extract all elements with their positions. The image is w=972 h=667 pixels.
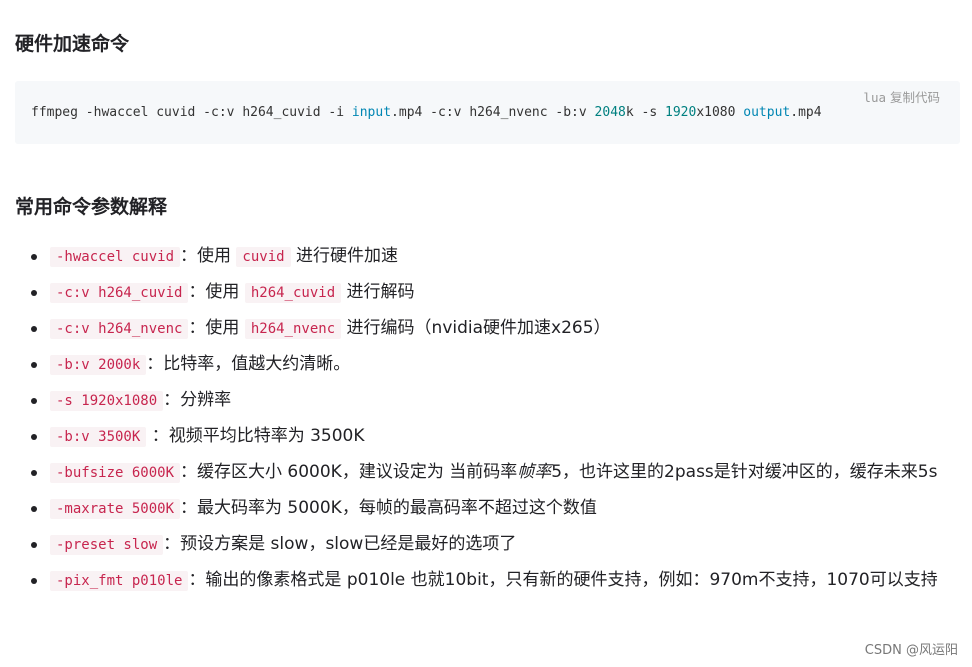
param-desc: ：视频平均比特率为 3500K (146, 426, 365, 446)
code-token-keyword: output (743, 105, 791, 120)
bullet-icon (31, 578, 37, 584)
code-lang-label: lua (863, 90, 886, 105)
code-block: lua 复制代码 ffmpeg -hwaccel cuvid -c:v h264… (15, 81, 960, 144)
param-desc: 进行解码 (341, 282, 415, 302)
bullet-icon (31, 254, 37, 260)
param-desc: ：缓存区大小 6000K，建议设定为 当前码率 (180, 462, 518, 482)
code-token: x1080 (696, 105, 744, 120)
code-token-number: 1920 (665, 105, 697, 120)
inline-code: -pix_fmt p010le (50, 571, 189, 591)
param-desc: ：预设方案是 slow，slow已经是最好的选项了 (163, 534, 517, 554)
code-token: k -s (625, 105, 665, 120)
inline-code: -preset slow (50, 535, 164, 555)
param-desc-emphasis: 帧率 (517, 462, 552, 482)
list-item: -bufsize 6000K ：缓存区大小 6000K，建议设定为 当前码率帧率5… (0, 455, 972, 491)
list-item: -pix_fmt p010le ：输出的像素格式是 p010le 也就10bit，… (0, 563, 972, 599)
code-line: ffmpeg -hwaccel cuvid -c:v h264_cuvid -i… (31, 105, 822, 120)
inline-code: -b:v 2000k (50, 355, 147, 375)
bullet-icon (31, 434, 37, 440)
param-desc: ：比特率，值越大约清晰。 (146, 354, 351, 374)
bullet-icon (31, 326, 37, 332)
watermark: CSDN @风运阳 (864, 643, 958, 658)
inline-code: h264_cuvid (244, 283, 342, 303)
inline-code: h264_nvenc (244, 319, 342, 339)
list-item: -s 1920x1080 ：分辨率 (0, 383, 972, 419)
param-desc: 5，也许这里的2pass是针对缓冲区的，缓存未来5s (551, 462, 938, 482)
bullet-icon (31, 290, 37, 296)
code-toolbar: lua 复制代码 (863, 87, 940, 106)
param-desc: ：使用 (188, 318, 245, 338)
copy-code-button[interactable]: 复制代码 (890, 90, 940, 105)
bullet-icon (31, 362, 37, 368)
code-token: .mp4 -c:v h264_nvenc -b:v (391, 105, 595, 120)
list-item: -maxrate 5000K ：最大码率为 5000K，每帧的最高码率不超过这个数… (0, 491, 972, 527)
code-token: ffmpeg -hwaccel cuvid -c:v h264_cuvid -i (31, 105, 352, 120)
inline-code: -b:v 3500K (50, 427, 147, 447)
list-item: -b:v 3500K ：视频平均比特率为 3500K (0, 419, 972, 455)
inline-code: -maxrate 5000K (50, 499, 181, 519)
bullet-icon (31, 506, 37, 512)
inline-code: -c:v h264_cuvid (50, 283, 189, 303)
param-desc: ：使用 (188, 282, 245, 302)
section-heading-hardware-accel: 硬件加速命令 (15, 33, 130, 55)
list-item: -b:v 2000k ：比特率，值越大约清晰。 (0, 347, 972, 383)
code-token-keyword: input (351, 105, 392, 120)
list-item: -c:v h264_nvenc ：使用 h264_nvenc 进行编码（nvidi… (0, 311, 972, 347)
inline-code: -bufsize 6000K (50, 463, 181, 483)
param-desc: ：最大码率为 5000K，每帧的最高码率不超过这个数值 (180, 498, 597, 518)
bullet-icon (31, 470, 37, 476)
inline-code: -hwaccel cuvid (50, 247, 181, 267)
param-desc: 进行硬件加速 (290, 246, 398, 266)
code-token: .mp4 (790, 105, 822, 120)
list-item: -c:v h264_cuvid ：使用 h264_cuvid 进行解码 (0, 275, 972, 311)
inline-code: -c:v h264_nvenc (50, 319, 189, 339)
param-desc: ：输出的像素格式是 p010le 也就10bit，只有新的硬件支持，例如：970… (188, 570, 938, 590)
list-item: -preset slow ：预设方案是 slow，slow已经是最好的选项了 (0, 527, 972, 563)
code-token-number: 2048 (594, 105, 626, 120)
bullet-icon (31, 542, 37, 548)
param-desc: ：分辨率 (163, 390, 232, 410)
param-list: -hwaccel cuvid ：使用 cuvid 进行硬件加速 -c:v h264… (0, 239, 972, 599)
inline-code: cuvid (236, 247, 291, 267)
bullet-icon (31, 398, 37, 404)
list-item: -hwaccel cuvid ：使用 cuvid 进行硬件加速 (0, 239, 972, 275)
param-desc: ：使用 (180, 246, 237, 266)
param-desc: 进行编码（nvidia硬件加速x265） (341, 318, 611, 338)
inline-code: -s 1920x1080 (50, 391, 164, 411)
section-heading-params: 常用命令参数解释 (15, 196, 168, 218)
